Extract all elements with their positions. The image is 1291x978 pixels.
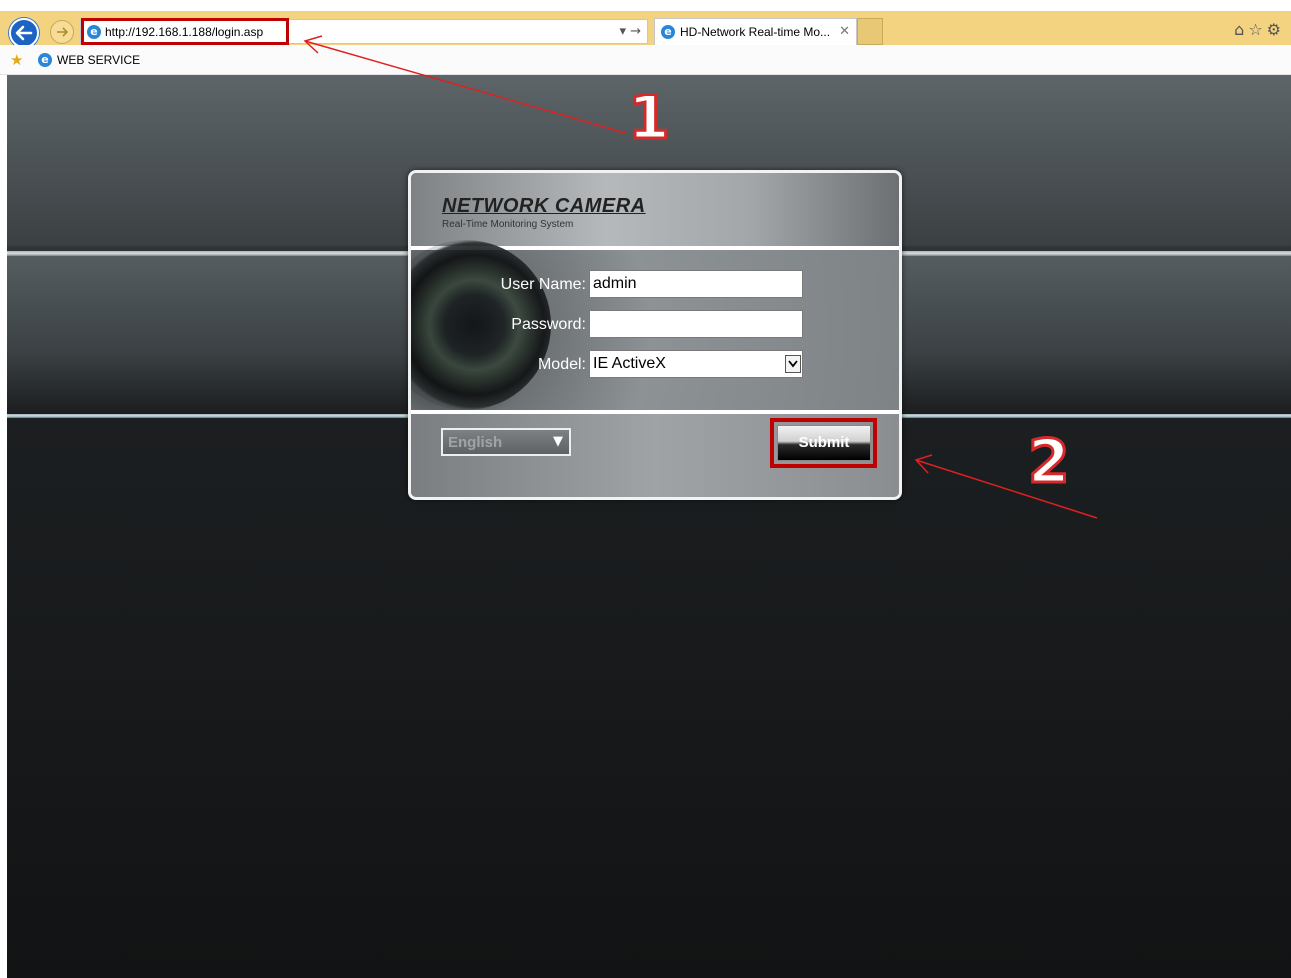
annotation-step-1: 1 bbox=[627, 83, 672, 153]
arrow-step-2 bbox=[914, 454, 1098, 519]
annotation-step-2: 2 bbox=[1027, 427, 1072, 497]
arrow-step-1 bbox=[303, 35, 626, 134]
